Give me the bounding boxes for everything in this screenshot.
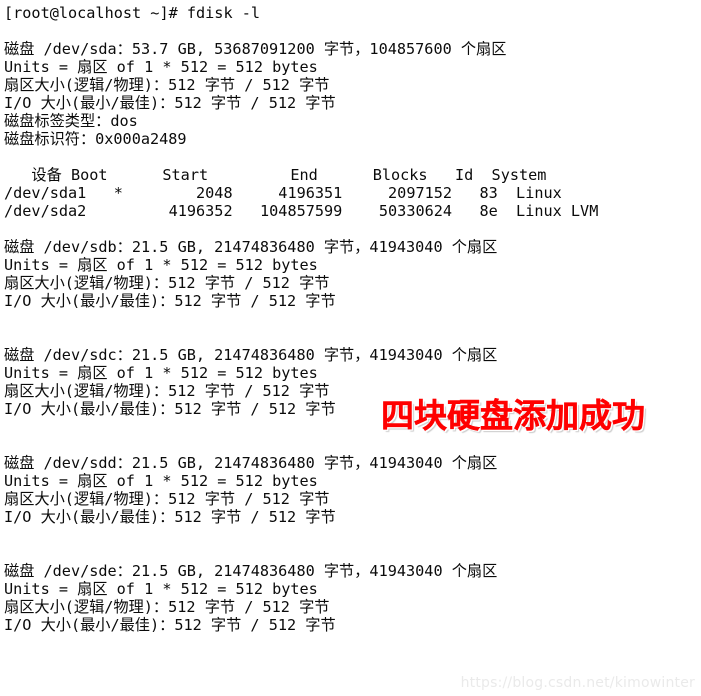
terminal-line: 磁盘标识符：0x000a2489 <box>4 130 187 148</box>
terminal-line: 设备 Boot Start End Blocks Id System <box>4 166 547 184</box>
terminal-line: I/O 大小(最小/最佳)：512 字节 / 512 字节 <box>4 94 336 112</box>
watermark: https://blog.csdn.net/kimowinter <box>460 675 695 691</box>
terminal-line: /dev/sda2 4196352 104857599 50330624 8e … <box>4 202 599 220</box>
terminal-line: 扇区大小(逻辑/物理)：512 字节 / 512 字节 <box>4 490 330 508</box>
terminal-line: 扇区大小(逻辑/物理)：512 字节 / 512 字节 <box>4 274 330 292</box>
terminal-line: Units = 扇区 of 1 * 512 = 512 bytes <box>4 58 318 76</box>
terminal-line: Units = 扇区 of 1 * 512 = 512 bytes <box>4 580 318 598</box>
terminal-line: 扇区大小(逻辑/物理)：512 字节 / 512 字节 <box>4 598 330 616</box>
terminal-line: Units = 扇区 of 1 * 512 = 512 bytes <box>4 364 318 382</box>
terminal-line: Units = 扇区 of 1 * 512 = 512 bytes <box>4 256 318 274</box>
terminal-line: 磁盘标签类型：dos <box>4 112 138 130</box>
terminal-line: Units = 扇区 of 1 * 512 = 512 bytes <box>4 472 318 490</box>
terminal-output: [root@localhost ~]# fdisk -l 磁盘 /dev/sda：… <box>0 4 701 634</box>
terminal-line: 磁盘 /dev/sde：21.5 GB, 21474836480 字节，4194… <box>4 562 498 580</box>
terminal-line: /dev/sda1 * 2048 4196351 2097152 83 Linu… <box>4 184 562 202</box>
terminal-line: I/O 大小(最小/最佳)：512 字节 / 512 字节 <box>4 292 336 310</box>
terminal-line: I/O 大小(最小/最佳)：512 字节 / 512 字节 <box>4 616 336 634</box>
terminal-line: I/O 大小(最小/最佳)：512 字节 / 512 字节 <box>4 508 336 526</box>
annotation-text: 四块硬盘添加成功 <box>381 396 645 435</box>
terminal-line: 磁盘 /dev/sdc：21.5 GB, 21474836480 字节，4194… <box>4 346 498 364</box>
terminal-line: 扇区大小(逻辑/物理)：512 字节 / 512 字节 <box>4 76 330 94</box>
terminal-line: 磁盘 /dev/sda：53.7 GB, 53687091200 字节，1048… <box>4 40 507 58</box>
terminal-line: 磁盘 /dev/sdd：21.5 GB, 21474836480 字节，4194… <box>4 454 498 472</box>
terminal-line: 磁盘 /dev/sdb：21.5 GB, 21474836480 字节，4194… <box>4 238 498 256</box>
terminal-line: [root@localhost ~]# fdisk -l <box>4 4 261 22</box>
terminal-window[interactable]: [root@localhost ~]# fdisk -l 磁盘 /dev/sda：… <box>0 0 701 696</box>
